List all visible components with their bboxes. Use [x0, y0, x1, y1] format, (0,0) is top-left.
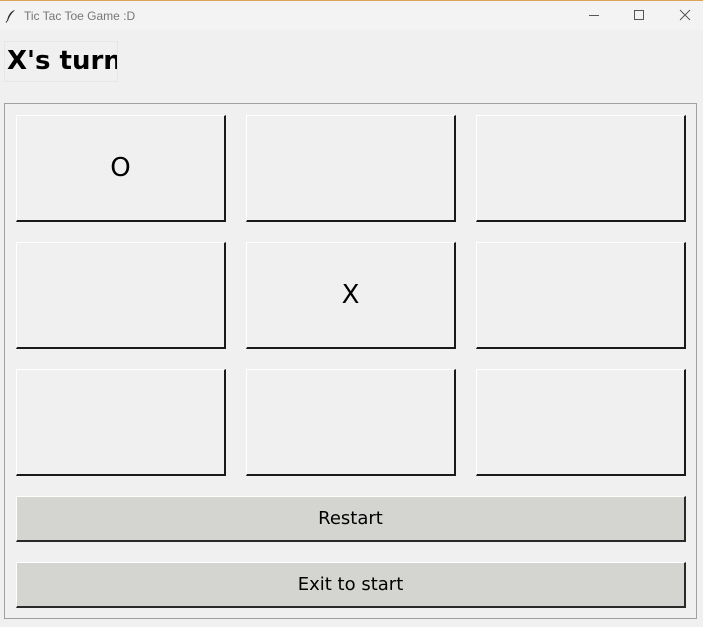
title-bar[interactable]: Tic Tac Toe Game :D	[0, 0, 703, 30]
board-cell-8[interactable]	[246, 369, 456, 476]
close-icon	[679, 6, 691, 25]
board-cell-4[interactable]	[16, 242, 226, 349]
minimize-icon	[588, 6, 600, 25]
turn-indicator: X's turn	[4, 41, 118, 82]
board-cell-2[interactable]	[246, 115, 456, 222]
feather-icon	[5, 8, 17, 23]
restart-button[interactable]: Restart	[16, 496, 686, 542]
app-window: Tic Tac Toe Game :D X's turn O X Restart…	[0, 0, 703, 627]
window-title: Tic Tac Toe Game :D	[24, 9, 136, 23]
board-cell-6[interactable]	[476, 242, 686, 349]
board-cell-3[interactable]	[476, 115, 686, 222]
board-cell-5[interactable]: X	[246, 242, 456, 349]
board-cell-1[interactable]: O	[16, 115, 226, 222]
exit-to-start-button[interactable]: Exit to start	[16, 562, 686, 608]
board-cell-9[interactable]	[476, 369, 686, 476]
minimize-button[interactable]	[571, 1, 617, 30]
maximize-icon	[633, 6, 645, 25]
board-cell-7[interactable]	[16, 369, 226, 476]
maximize-button[interactable]	[616, 1, 662, 30]
close-button[interactable]	[662, 1, 703, 30]
